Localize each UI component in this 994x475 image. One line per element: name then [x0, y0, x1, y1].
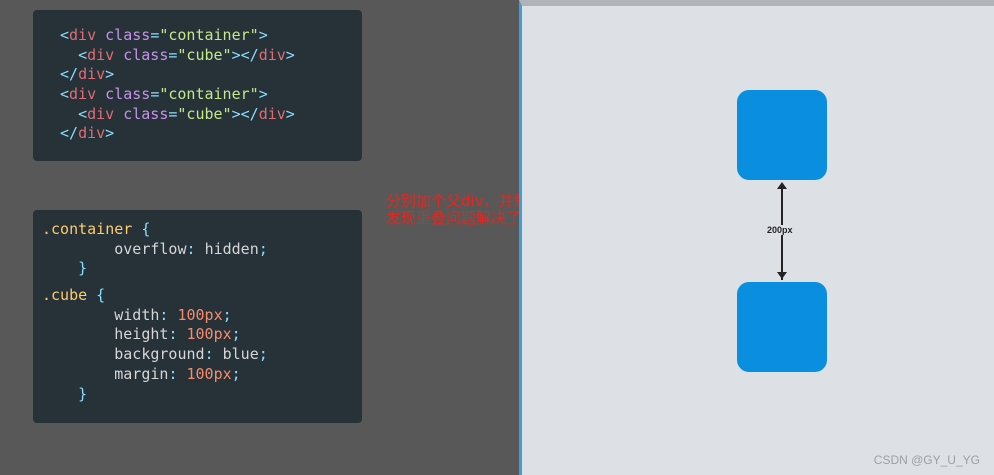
code-line: <div class="container">: [60, 26, 362, 46]
code-line: <div class="cube"></div>: [60, 46, 362, 66]
code-token: class: [114, 45, 169, 64]
code-token: <: [60, 85, 70, 104]
code-token: ;: [222, 305, 232, 324]
code-line: height: 100px;: [42, 325, 362, 345]
code-line: }: [42, 259, 362, 279]
code-token: div: [258, 104, 286, 123]
code-line: .container {: [42, 220, 362, 240]
code-line: </div>: [60, 65, 362, 85]
code-token: hidden: [204, 239, 259, 258]
code-token: ></: [231, 45, 259, 64]
code-token: "container": [159, 85, 259, 104]
code-token: <: [78, 45, 88, 64]
code-token: </: [60, 124, 79, 143]
code-token: height: [114, 325, 169, 344]
code-token: width: [114, 305, 160, 324]
arrow-down-icon: [777, 272, 787, 279]
code-token: background: [114, 345, 205, 364]
code-token: >: [105, 65, 115, 84]
code-token: "cube": [177, 104, 232, 123]
code-token: <: [60, 26, 70, 44]
code-token: >: [258, 85, 268, 104]
code-token: 100px: [177, 305, 223, 324]
code-token: :: [186, 239, 205, 258]
code-token: {: [87, 286, 106, 305]
code-token: div: [87, 104, 115, 123]
code-token: <: [78, 104, 88, 123]
code-token: >: [285, 104, 295, 123]
code-line: .cube {: [42, 286, 362, 306]
code-line: width: 100px;: [42, 306, 362, 326]
watermark: CSDN @GY_U_YG: [873, 453, 980, 467]
code-token: .container: [42, 220, 133, 238]
code-token: :: [159, 305, 178, 324]
code-line: <div class="cube"></div>: [60, 105, 362, 125]
code-token: >: [285, 45, 295, 64]
cube-bottom: [737, 282, 827, 372]
code-line: </div>: [60, 124, 362, 144]
arrow-up-icon: [777, 182, 787, 189]
code-token: margin: [114, 364, 169, 383]
code-token: "cube": [177, 45, 232, 64]
code-token: ;: [258, 239, 268, 258]
code-token: }: [78, 384, 88, 403]
code-token: div: [69, 26, 97, 44]
code-token: ;: [231, 364, 241, 383]
code-token: blue: [222, 345, 259, 364]
code-token: "container": [159, 26, 259, 44]
code-token: =: [150, 85, 160, 104]
code-token: div: [87, 45, 115, 64]
preview-panel: 200px: [519, 0, 994, 475]
code-token: {: [132, 220, 151, 238]
cube-top: [737, 90, 827, 180]
code-token: ></: [231, 104, 259, 123]
code-token: overflow: [114, 239, 187, 258]
code-token: >: [258, 26, 268, 44]
code-token: class: [96, 85, 151, 104]
code-token: ;: [231, 325, 241, 344]
code-line: <div class="container">: [60, 85, 362, 105]
code-token: class: [96, 26, 151, 44]
code-token: 100px: [186, 325, 232, 344]
code-token: >: [105, 124, 115, 143]
code-token: div: [258, 45, 286, 64]
code-line: margin: 100px;: [42, 365, 362, 385]
html-code-block: <div class="container"> <div class="cube…: [33, 10, 362, 161]
code-token: .cube: [42, 286, 88, 305]
code-token: :: [204, 345, 223, 364]
code-line: background: blue;: [42, 345, 362, 365]
code-token: =: [150, 26, 160, 44]
code-line: overflow: hidden;: [42, 240, 362, 260]
code-token: div: [78, 65, 106, 84]
gap-label: 200px: [765, 225, 795, 235]
code-line: }: [42, 385, 362, 405]
code-token: :: [168, 325, 187, 344]
code-token: }: [78, 259, 88, 278]
css-code-block: .container { overflow: hidden; } .cube { …: [33, 210, 362, 423]
code-token: 100px: [186, 364, 232, 383]
code-token: div: [78, 124, 106, 143]
code-token: </: [60, 65, 79, 84]
code-token: ;: [258, 345, 268, 364]
code-token: :: [168, 364, 187, 383]
code-token: class: [114, 104, 169, 123]
code-token: div: [69, 85, 97, 104]
